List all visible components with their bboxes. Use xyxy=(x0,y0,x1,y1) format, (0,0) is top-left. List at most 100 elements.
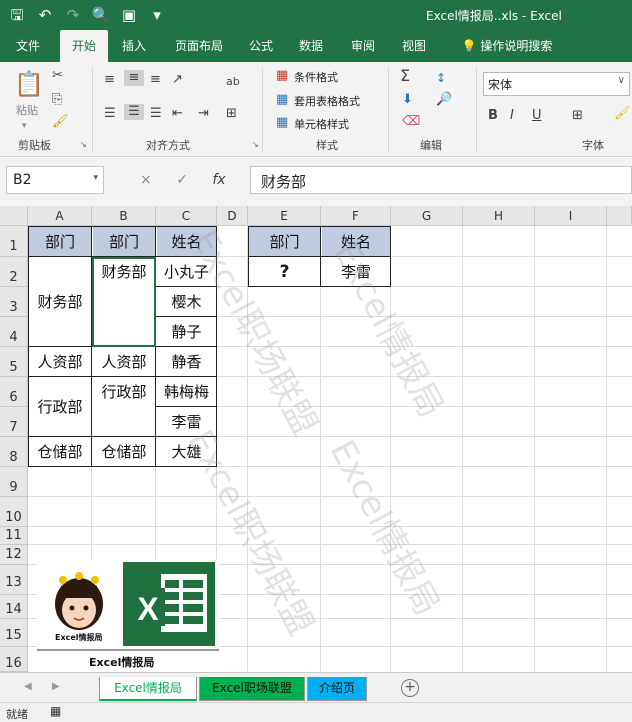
column-header-h[interactable]: H xyxy=(463,206,535,226)
column-header-b[interactable]: B xyxy=(92,206,156,226)
tab-file[interactable]: 文件 xyxy=(8,30,48,62)
cut-icon[interactable]: ✂ xyxy=(52,68,63,84)
tab-view[interactable]: 视图 xyxy=(397,30,431,62)
paste-icon[interactable]: 📋 xyxy=(14,70,44,98)
row-header-12[interactable]: 12 xyxy=(0,545,28,565)
table2-cell-name[interactable]: 李雷 xyxy=(322,257,390,286)
alignment-launcher-icon[interactable]: ↘ xyxy=(252,140,259,149)
select-all-corner[interactable] xyxy=(0,206,28,226)
row-header-8[interactable]: 8 xyxy=(0,437,28,467)
bold-button[interactable]: B xyxy=(488,108,498,124)
table1-header-dept2[interactable]: 部门 xyxy=(93,227,155,256)
table1-cell-a-admin[interactable]: 行政部 xyxy=(29,377,91,436)
clear-icon[interactable]: ⌫ xyxy=(402,114,420,130)
paste-dropdown-icon[interactable]: ▾ xyxy=(22,118,27,134)
sheet-tab-excel-info[interactable]: Excel情报局 xyxy=(99,677,197,701)
column-header-c[interactable]: C xyxy=(156,206,217,226)
undo-icon[interactable]: ↶ xyxy=(34,4,56,26)
decrease-indent-icon[interactable]: ⇤ xyxy=(172,106,183,122)
print-preview-icon[interactable]: 🔍 xyxy=(90,4,112,26)
format-painter-icon[interactable]: 🖌 xyxy=(52,114,69,130)
orientation-icon[interactable]: ↗ xyxy=(172,72,183,88)
row-header-7[interactable]: 7 xyxy=(0,407,28,437)
row-header-1[interactable]: 1 xyxy=(0,226,28,257)
paste-button-label[interactable]: 粘贴 xyxy=(16,102,38,118)
insert-function-icon[interactable]: fx xyxy=(212,172,225,188)
tab-data[interactable]: 数据 xyxy=(294,30,328,62)
sheet-tab-excel-league[interactable]: Excel职场联盟 xyxy=(199,677,305,701)
column-header-g[interactable]: G xyxy=(391,206,463,226)
table2-cell-query[interactable]: ? xyxy=(249,257,320,286)
sheet-next-icon[interactable]: ▶ xyxy=(52,681,60,692)
row-header-15[interactable]: 15 xyxy=(0,619,28,647)
sheet-tab-intro[interactable]: 介绍页 xyxy=(307,677,367,701)
align-right-icon[interactable]: ☰ xyxy=(150,106,162,122)
row-header-11[interactable]: 11 xyxy=(0,527,28,545)
redo-icon[interactable]: ↷ xyxy=(62,4,84,26)
increase-indent-icon[interactable]: ⇥ xyxy=(198,106,209,122)
save-icon[interactable]: 🖫 xyxy=(6,4,28,26)
table1-header-dept[interactable]: 部门 xyxy=(29,227,91,256)
tab-formulas[interactable]: 公式 xyxy=(244,30,278,62)
worksheet-grid[interactable]: A B C D E F G H I 1 2 3 4 5 6 7 8 9 10 1… xyxy=(0,206,632,672)
column-header-j[interactable] xyxy=(607,206,632,226)
row-header-4[interactable]: 4 xyxy=(0,317,28,347)
table1-cell-name[interactable]: 小丸子 xyxy=(157,257,216,286)
enter-icon[interactable]: ✓ xyxy=(176,172,188,188)
tab-insert[interactable]: 插入 xyxy=(114,30,154,62)
italic-button[interactable]: I xyxy=(510,108,514,124)
align-middle-icon[interactable]: ≡ xyxy=(124,70,144,86)
underline-button[interactable]: U xyxy=(532,108,542,124)
row-header-10[interactable]: 10 xyxy=(0,497,28,527)
align-bottom-icon[interactable]: ≡ xyxy=(150,72,161,88)
column-header-a[interactable]: A xyxy=(28,206,92,226)
formula-input[interactable]: 财务部 xyxy=(250,166,632,194)
autosum-icon[interactable]: Σ xyxy=(400,68,410,84)
table1-header-name[interactable]: 姓名 xyxy=(157,227,216,256)
row-header-16[interactable]: 16 xyxy=(0,647,28,672)
table1-cell-name[interactable]: 静子 xyxy=(157,317,216,346)
table1-cell-name[interactable]: 李雷 xyxy=(157,407,216,436)
column-header-e[interactable]: E xyxy=(248,206,321,226)
font-name-select[interactable]: 宋体 ∨ xyxy=(483,72,630,96)
align-center-icon[interactable]: ☰ xyxy=(124,104,144,120)
fill-color-icon[interactable]: 🖌 xyxy=(614,106,631,122)
align-top-icon[interactable]: ≡ xyxy=(104,72,115,88)
cancel-icon[interactable]: × xyxy=(140,172,152,188)
find-select-icon[interactable]: 🔎 xyxy=(436,92,452,108)
fill-icon[interactable]: ⬇ xyxy=(402,92,413,108)
tab-review[interactable]: 审阅 xyxy=(346,30,380,62)
table1-cell-a-finance[interactable]: 财务部 xyxy=(29,257,91,346)
copy-icon[interactable]: ⎘ xyxy=(52,92,62,108)
row-header-3[interactable]: 3 xyxy=(0,287,28,317)
tell-me-search[interactable]: 💡 操作说明搜索 xyxy=(452,30,562,62)
column-header-i[interactable]: I xyxy=(535,206,607,226)
row-header-14[interactable]: 14 xyxy=(0,595,28,619)
table2-header-dept[interactable]: 部门 xyxy=(249,227,320,256)
row-header-6[interactable]: 6 xyxy=(0,377,28,407)
row-header-5[interactable]: 5 xyxy=(0,347,28,377)
row-header-9[interactable]: 9 xyxy=(0,467,28,497)
wrap-text-icon[interactable]: ab xyxy=(226,74,240,90)
borders-icon[interactable]: ⊞ xyxy=(572,108,583,124)
clipboard-launcher-icon[interactable]: ↘ xyxy=(80,140,87,149)
table1-cell-name[interactable]: 大雄 xyxy=(157,437,216,466)
table1-cell-b-finance[interactable]: 财务部 xyxy=(93,257,155,346)
tab-home[interactable]: 开始 xyxy=(60,30,108,62)
align-left-icon[interactable]: ☰ xyxy=(104,106,116,122)
table1-cell-name[interactable]: 静香 xyxy=(157,347,216,376)
customize-qat-icon[interactable]: ▾ xyxy=(146,4,168,26)
column-header-d[interactable]: D xyxy=(217,206,248,226)
add-sheet-icon[interactable]: + xyxy=(401,679,419,697)
table1-cell-b-hr[interactable]: 人资部 xyxy=(93,347,155,376)
cell-styles-button[interactable]: 单元格样式 xyxy=(294,116,349,132)
table1-cell-name[interactable]: 韩梅梅 xyxy=(157,377,216,406)
format-as-table-button[interactable]: 套用表格格式 xyxy=(294,93,360,109)
table1-cell-b-storage[interactable]: 仓储部 xyxy=(93,437,155,466)
macro-record-icon[interactable]: ▦ xyxy=(50,704,61,718)
table1-cell-name[interactable]: 樱木 xyxy=(157,287,216,316)
sort-filter-icon[interactable]: ↕ xyxy=(436,70,446,86)
table1-cell-b-admin[interactable]: 行政部 xyxy=(93,377,155,436)
row-header-2[interactable]: 2 xyxy=(0,257,28,287)
conditional-format-button[interactable]: 条件格式 xyxy=(294,69,338,85)
